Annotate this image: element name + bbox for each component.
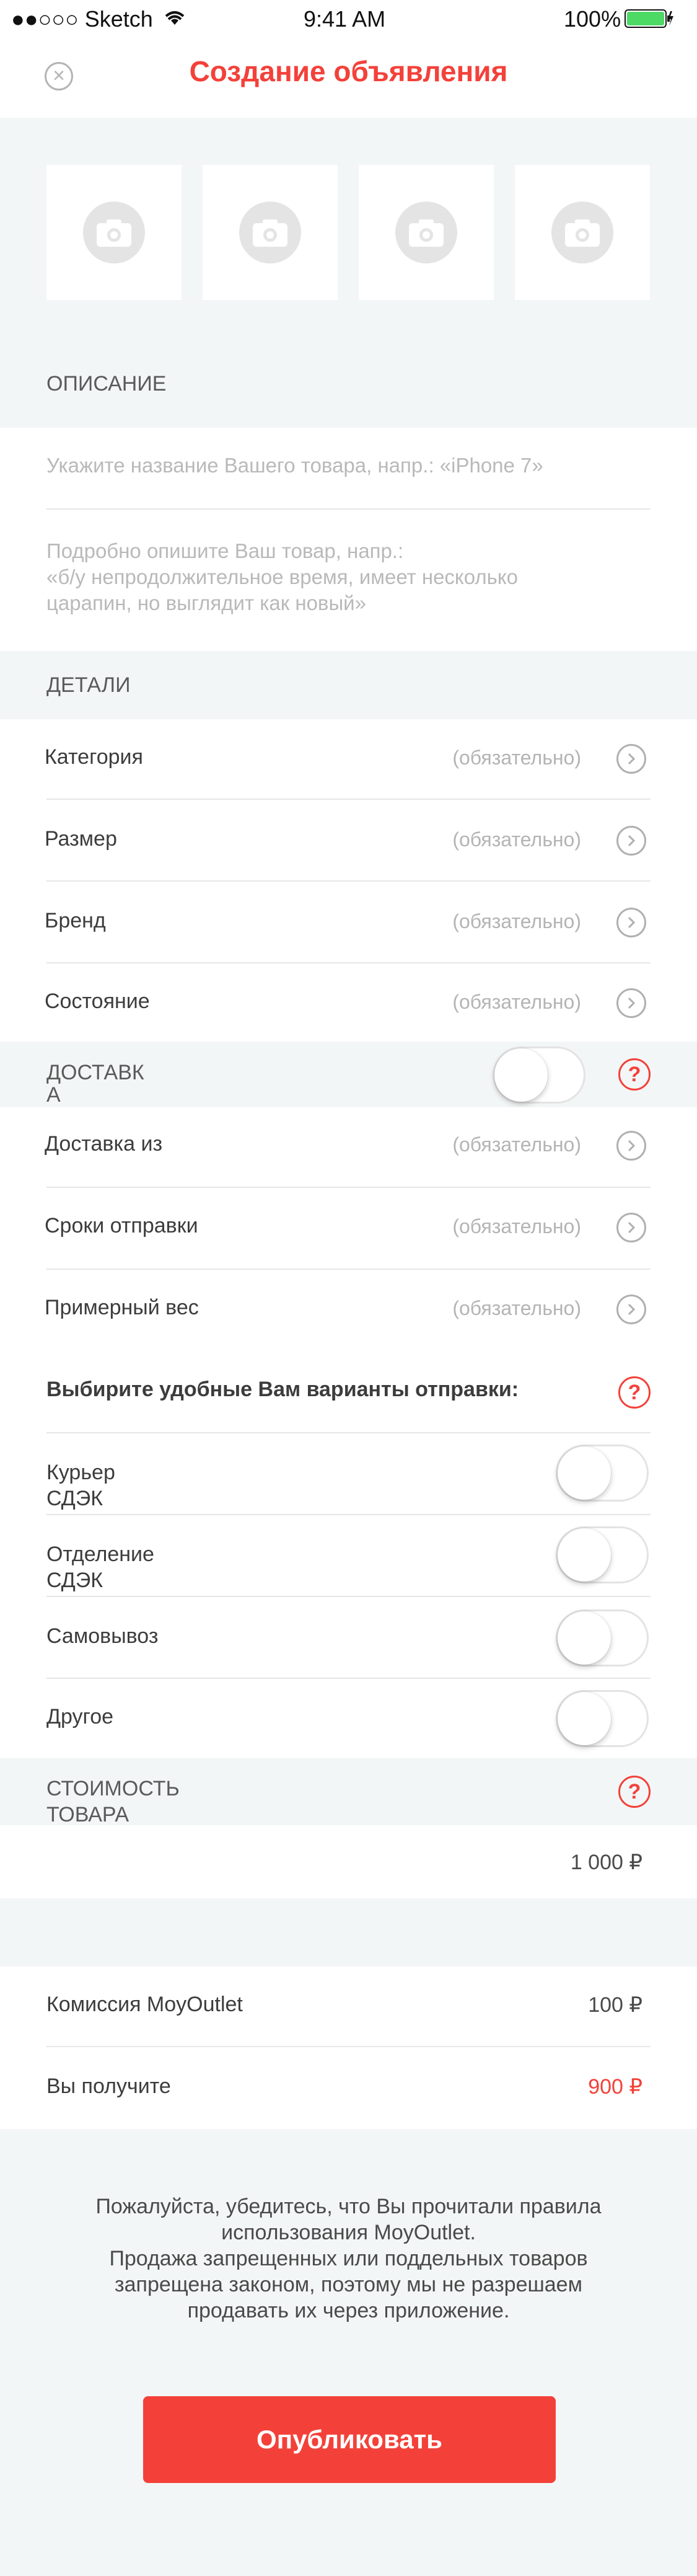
description-input[interactable]: Подробно опишите Ваш товар, напр.: «б/у … [46,538,518,616]
summary-card [0,1967,697,2129]
row-label: Сроки отправки [45,1214,198,1237]
description-placeholder-line: царапин, но выглядит как новый» [46,591,366,614]
option-label: Отделение СДЭК [46,1541,154,1593]
row-value: (обязательно) [452,746,581,769]
price-value: 1 000 ₽ [570,1851,642,1874]
row-value: (обязательно) [452,1297,581,1319]
option-pickup: Самовывоз [0,1597,697,1678]
battery-percent: 100% [564,6,621,32]
camera-icon [97,219,131,247]
price-input[interactable]: 1 000 ₽ [0,1825,697,1898]
option-label-line: Курьер [46,1461,115,1484]
row-weight[interactable]: Примерный вес (обязательно) [0,1270,697,1350]
help-icon[interactable]: ? [618,1776,651,1808]
rules-notice-line: продавать их через приложение. [187,2299,510,2322]
carrier-label: ●●○○○ Sketch [11,6,153,32]
row-label: Размер [45,827,117,851]
receive-value: 900 ₽ [588,2075,642,2099]
shipping-options-title: Выбирите удобные Вам варианты отправки: [46,1378,519,1401]
header-line: ТОВАРА [46,1803,129,1826]
rules-notice-line: использования MoyOutlet. [221,2221,476,2244]
rules-notice-line: Продажа запрещенных или поддельных товар… [109,2247,588,2270]
header-line: СТОИМОСТЬ [46,1777,180,1800]
chevron-right-icon [616,1131,646,1161]
option-label: Курьер СДЭК [46,1459,115,1512]
delivery-toggle[interactable] [493,1047,585,1104]
option-label: Другое [46,1705,114,1728]
row-ship-time[interactable]: Сроки отправки (обязательно) [0,1188,697,1268]
row-label: Категория [45,745,143,769]
chevron-right-icon [616,1295,646,1324]
chevron-right-icon [616,826,646,856]
help-icon[interactable]: ? [618,1058,651,1091]
photo-slot-4[interactable] [515,165,650,300]
commission-label: Комиссия MoyOutlet [46,1993,243,2016]
row-category[interactable]: Категория (обязательно) [0,719,697,800]
help-icon[interactable]: ? [618,1376,651,1409]
office-cdek-toggle[interactable] [556,1526,649,1583]
row-value: (обязательно) [452,828,581,851]
camera-icon [253,219,287,247]
courier-cdek-toggle[interactable] [556,1445,649,1502]
option-courier-cdek: Курьер СДЭК [0,1433,697,1514]
photo-slot-1[interactable] [46,165,182,300]
row-brand[interactable]: Бренд (обязательно) [0,882,697,962]
option-label: Самовывоз [46,1624,159,1648]
rules-notice-line: запрещена законом, поэтому мы не разреша… [115,2273,582,2296]
row-label: Бренд [45,909,106,932]
camera-icon [565,219,600,247]
photo-slot-2[interactable] [203,165,338,300]
publish-button[interactable]: Опубликовать [143,2396,556,2483]
option-label-line: СДЭК [46,1569,103,1592]
header-line: ДОСТАВК [46,1061,144,1084]
other-toggle[interactable] [556,1690,649,1747]
row-size[interactable]: Размер (обязательно) [0,800,697,880]
chevron-right-icon [616,988,646,1018]
option-other: Другое [0,1679,697,1758]
section-header-description: ОПИСАНИЕ [46,372,167,396]
chevron-right-icon [616,1213,646,1242]
chevron-right-icon [616,744,646,774]
header-line: А [46,1083,61,1107]
row-label: Примерный вес [45,1296,199,1319]
section-header-details: ДЕТАЛИ [46,673,131,697]
page-title: Создание объявления [189,55,508,87]
row-value: (обязательно) [452,910,581,932]
battery-icon [625,9,674,32]
title-input[interactable]: Укажите название Вашего товара, напр.: «… [46,453,543,479]
row-label: Состояние [45,989,150,1013]
receive-label: Вы получите [46,2074,171,2098]
row-condition[interactable]: Состояние (обязательно) [0,963,697,1042]
row-value: (обязательно) [452,1133,581,1156]
row-value: (обязательно) [452,1215,581,1237]
row-ship-from[interactable]: Доставка из (обязательно) [0,1107,697,1187]
option-label-line: СДЭК [46,1487,103,1510]
section-header-delivery: ДОСТАВК А [46,1061,144,1106]
option-office-cdek: Отделение СДЭК [0,1515,697,1596]
divider [46,2046,651,2047]
wifi-icon [162,9,187,29]
pickup-toggle[interactable] [556,1609,649,1666]
commission-value: 100 ₽ [588,1993,642,2017]
description-placeholder-line: Подробно опишите Ваш товар, напр.: [46,539,404,562]
chevron-right-icon [616,908,646,937]
camera-icon [409,219,444,247]
row-value: (обязательно) [452,991,581,1013]
row-label: Доставка из [45,1132,163,1156]
clock-time: 9:41 AM [304,6,386,32]
section-header-price: СТОИМОСТЬ ТОВАРА [46,1776,180,1828]
divider [46,508,651,510]
description-placeholder-line: «б/у непродолжительное время, имеет неск… [46,565,518,588]
option-label-line: Отделение [46,1543,154,1566]
rules-notice-line: Пожалуйста, убедитесь, что Вы прочитали … [95,2195,602,2218]
rules-notice: Пожалуйста, убедитесь, что Вы прочитали … [56,2193,641,2324]
photo-slot-3[interactable] [359,165,494,300]
